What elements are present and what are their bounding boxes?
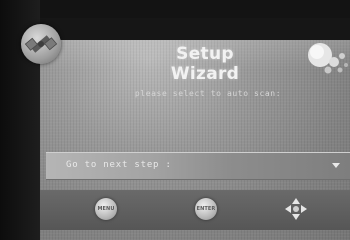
page-title: Setup Wizard [170,44,240,84]
menu-button[interactable]: MENU [95,198,117,220]
next-step-selector[interactable]: Go to next step : [46,152,350,180]
dpad-arrows-icon[interactable] [284,197,308,221]
enter-button[interactable]: ENTER [195,198,217,220]
device-bezel-top [0,0,350,18]
scan-instruction: please select to auto scan: [134,89,282,98]
satellite-icon [21,24,61,64]
next-step-label: Go to next step : [66,160,172,170]
chevron-down-icon[interactable] [332,163,340,168]
planet-icon [300,40,350,80]
